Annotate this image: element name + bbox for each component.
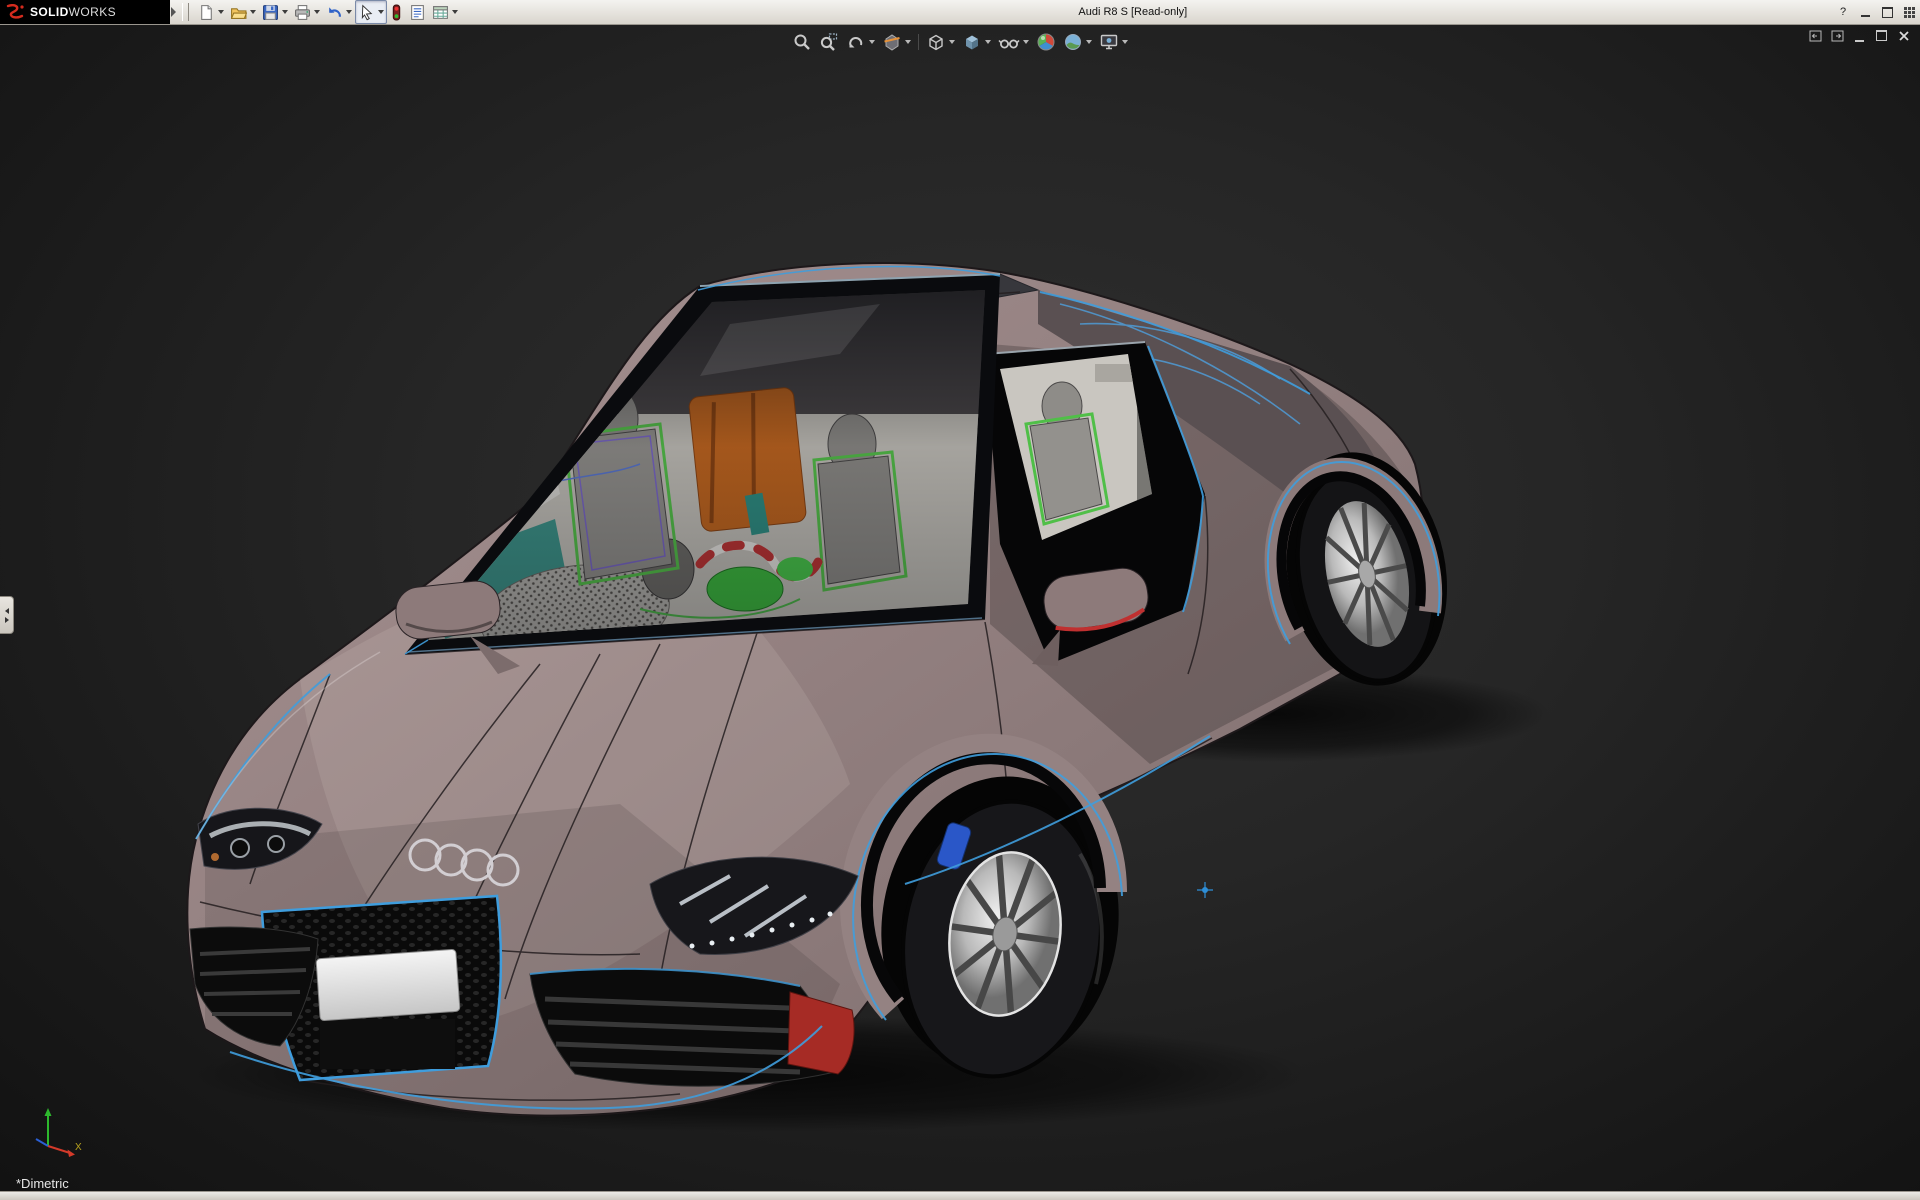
new-document-button[interactable] — [195, 0, 227, 24]
brand-expander-arrow[interactable] — [171, 7, 176, 17]
view-orientation-label: *Dimetric — [16, 1176, 69, 1191]
document-window-controls — [1809, 30, 1910, 42]
viewport-canvas[interactable]: X *Dimetric — [0, 24, 1920, 1192]
zoom-to-fit-icon — [792, 32, 812, 52]
vertex-marker[interactable] — [1197, 882, 1213, 898]
save-button[interactable] — [259, 0, 291, 24]
help-button[interactable]: ? — [1836, 6, 1850, 19]
x-axis-label: X — [75, 1142, 82, 1153]
toolbar-separator — [918, 34, 919, 50]
x-axis-arrow — [68, 1150, 76, 1158]
maximize-icon — [1882, 7, 1893, 18]
view-settings-icon — [1099, 32, 1119, 52]
view-settings-button[interactable] — [1097, 30, 1130, 54]
solidworks-logo-icon — [6, 4, 26, 20]
license-plate — [316, 949, 460, 1021]
zoom-to-area-button[interactable] — [817, 30, 841, 54]
file-properties-icon — [409, 4, 426, 21]
apply-scene-button[interactable] — [1061, 30, 1094, 54]
car-model[interactable] — [0, 24, 1920, 1192]
edit-appearance-ball-icon — [1036, 32, 1056, 52]
dropdown-arrow-icon[interactable] — [314, 10, 320, 14]
new-document-icon — [198, 4, 215, 21]
minimize-icon — [1861, 15, 1870, 17]
restore-icon — [1876, 30, 1887, 41]
section-view-button[interactable] — [880, 30, 913, 54]
heads-up-toolbar — [790, 30, 1130, 54]
rebuild-button[interactable] — [387, 0, 406, 24]
apply-scene-icon — [1063, 32, 1083, 52]
select-cursor-icon — [358, 4, 375, 21]
minimize-button[interactable] — [1858, 6, 1872, 19]
minimize-icon — [1855, 40, 1864, 42]
options-sheet-button[interactable] — [429, 0, 461, 24]
dropdown-arrow-icon[interactable] — [250, 10, 256, 14]
panel-collapse-handle[interactable] — [0, 596, 14, 634]
previous-view-icon — [846, 32, 866, 52]
section-view-icon — [882, 32, 902, 52]
zoom-to-area-icon — [819, 32, 839, 52]
undo-icon — [326, 4, 343, 21]
options-sheet-icon — [432, 4, 449, 21]
brand-text: SOLIDWORKS — [30, 5, 116, 19]
toolbar-grip[interactable] — [182, 3, 189, 21]
tile-left-icon — [1809, 30, 1822, 42]
maximize-button[interactable] — [1880, 6, 1894, 19]
chevron-right-icon — [5, 617, 9, 623]
dropdown-arrow-icon[interactable] — [1086, 40, 1092, 44]
close-button[interactable] — [1902, 6, 1916, 19]
dropdown-arrow-icon[interactable] — [985, 40, 991, 44]
print-icon — [294, 4, 311, 21]
view-orientation-button[interactable] — [924, 30, 957, 54]
solidworks-brand: SOLIDWORKS — [0, 0, 170, 24]
minimize-doc-button[interactable] — [1853, 30, 1866, 42]
close-icon — [1904, 7, 1915, 18]
dropdown-arrow-icon[interactable] — [452, 10, 458, 14]
open-button[interactable] — [227, 0, 259, 24]
reference-triad: X — [28, 1106, 84, 1158]
title-bar: SOLIDWORKS Audi R8 S [Read-only] ? — [0, 0, 1920, 25]
brand-works: WORKS — [69, 5, 116, 19]
help-icon: ? — [1840, 6, 1846, 18]
dropdown-arrow-icon[interactable] — [949, 40, 955, 44]
previous-view-button[interactable] — [844, 30, 877, 54]
close-icon — [1898, 30, 1910, 42]
restore-doc-button[interactable] — [1875, 30, 1888, 42]
dropdown-arrow-icon[interactable] — [218, 10, 224, 14]
window-title: Audi R8 S [Read-only] — [1078, 6, 1187, 18]
undo-button[interactable] — [323, 0, 355, 24]
dropdown-arrow-icon[interactable] — [346, 10, 352, 14]
display-style-icon — [962, 32, 982, 52]
display-style-button[interactable] — [960, 30, 993, 54]
chevron-left-icon — [5, 608, 9, 614]
tile-left-button[interactable] — [1809, 30, 1822, 42]
open-folder-icon — [230, 4, 247, 21]
windshield-glass — [428, 290, 985, 640]
tile-right-button[interactable] — [1831, 30, 1844, 42]
dropdown-arrow-icon[interactable] — [1122, 40, 1128, 44]
view-orientation-cube-icon — [926, 32, 946, 52]
hide-show-items-button[interactable] — [996, 30, 1031, 54]
dropdown-arrow-icon[interactable] — [378, 10, 384, 14]
zoom-to-fit-button[interactable] — [790, 30, 814, 54]
dropdown-arrow-icon[interactable] — [282, 10, 288, 14]
rebuild-icon — [390, 4, 403, 21]
dropdown-arrow-icon[interactable] — [905, 40, 911, 44]
hide-show-items-glasses-icon — [998, 32, 1020, 52]
y-axis-arrow — [45, 1108, 52, 1116]
print-button[interactable] — [291, 0, 323, 24]
tile-right-icon — [1831, 30, 1844, 42]
file-properties-button[interactable] — [406, 0, 429, 24]
taskbar-strip — [0, 1191, 1920, 1200]
close-doc-button[interactable] — [1897, 30, 1910, 42]
edit-appearance-button[interactable] — [1034, 30, 1058, 54]
save-icon — [262, 4, 279, 21]
select-tool-button[interactable] — [355, 0, 387, 24]
dropdown-arrow-icon[interactable] — [1023, 40, 1029, 44]
brand-solid: SOLID — [30, 5, 69, 19]
dropdown-arrow-icon[interactable] — [869, 40, 875, 44]
z-axis — [36, 1139, 48, 1146]
